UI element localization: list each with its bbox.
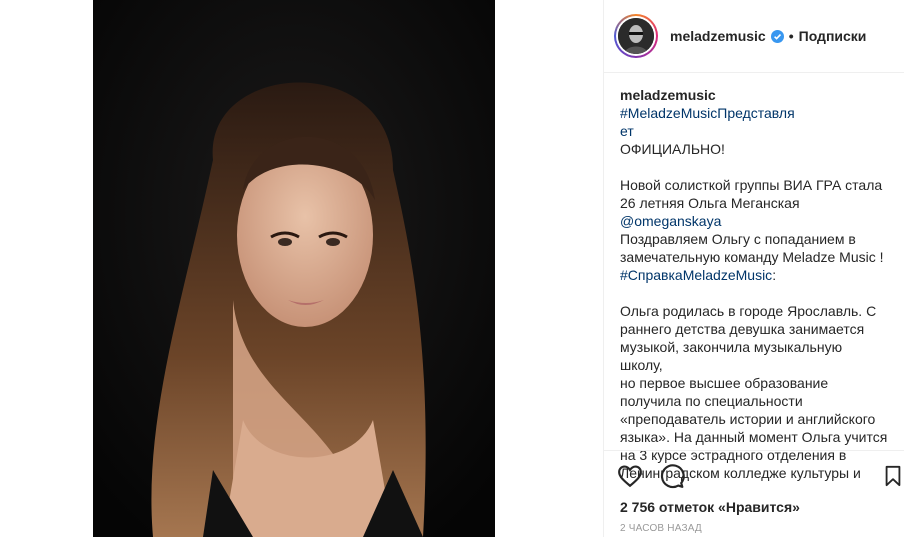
post-photo[interactable] (93, 0, 495, 537)
hashtag-link[interactable]: #MeladzeMusicПредставля (620, 105, 795, 121)
comment-bubble-icon[interactable] (659, 463, 685, 489)
hashtag-link[interactable]: #СправкаMeladzeMusic (620, 267, 772, 283)
post-header: meladzemusic • Подписки (604, 0, 904, 73)
following-button[interactable]: Подписки (799, 28, 867, 44)
caption-colon: : (772, 267, 777, 283)
post-sidebar: meladzemusic • Подписки meladzemusic #Me… (603, 0, 911, 537)
username-link[interactable]: meladzemusic (670, 28, 766, 44)
caption-line: Новой солисткой группы ВИА ГРА стала (620, 177, 883, 193)
post-timestamp[interactable]: 2 часов назад (620, 523, 702, 534)
avatar[interactable] (614, 14, 658, 58)
caption-line: раннего детства девушка занимается (620, 321, 865, 337)
caption-line: музыкой, закончила музыкальную школу, (620, 339, 843, 373)
caption-line: получила по специальности (620, 393, 803, 409)
caption-line: 26 летняя Ольга Меганская (620, 195, 800, 211)
caption-line: замечательную команду Meladze Music ! (620, 249, 884, 265)
verified-badge-icon (770, 29, 784, 43)
caption-line: Поздравляем Ольгу с попаданием в (620, 231, 856, 247)
caption-username[interactable]: meladzemusic (620, 87, 716, 103)
bookmark-icon[interactable] (882, 463, 908, 489)
hashtag-link-continuation[interactable]: ет (620, 123, 634, 139)
separator-dot: • (788, 28, 794, 44)
caption-line: языка». На данный момент Ольга учится (620, 429, 888, 445)
mention-link[interactable]: @omeganskaya (620, 213, 721, 229)
avatar-image (618, 18, 654, 54)
like-heart-icon[interactable] (617, 463, 643, 489)
caption-line: Ольга родилась в городе Ярославль. С (620, 303, 877, 319)
caption-line: но первое высшее образование (620, 375, 829, 391)
post-caption: meladzemusic #MeladzeMusicПредставля ет … (620, 86, 888, 482)
post-actions: 2 756 отметок «Нравится» 2 часов назад (604, 450, 904, 538)
portrait-photo (93, 0, 495, 537)
caption-line: «преподаватель истории и английского (620, 411, 876, 427)
likes-count[interactable]: 2 756 отметок «Нравится» (620, 499, 800, 515)
caption-line: ОФИЦИАЛЬНО! (620, 141, 725, 157)
